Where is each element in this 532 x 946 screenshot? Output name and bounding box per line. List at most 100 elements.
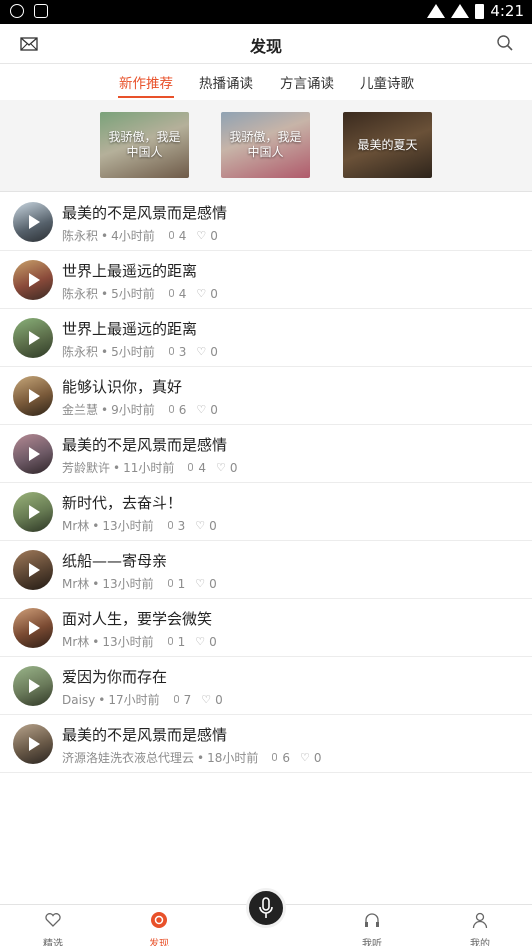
play-count: 4 [198, 460, 207, 475]
heart-icon: ♡ [300, 751, 310, 764]
item-author: 金兰慧 [62, 403, 99, 417]
mic-icon [168, 346, 174, 355]
tab-children-poems[interactable]: 儿童诗歌 [360, 72, 414, 92]
item-author: Mr林 [62, 635, 90, 649]
play-count: 6 [282, 750, 291, 765]
item-author: 陈永积 [62, 229, 99, 243]
play-icon [29, 331, 40, 345]
tab-new-recommend[interactable]: 新作推荐 [119, 72, 173, 92]
user-icon [472, 912, 488, 929]
featured-card[interactable]: 最美的夏天 [343, 112, 432, 178]
featured-card-title: 我骄傲，我是中国人 [229, 130, 302, 159]
item-time: 4小时前 [111, 229, 155, 243]
list-item[interactable]: 世界上最遥远的距离 陈永积 • 5小时前 4 ♡ 0 [0, 251, 532, 309]
play-icon [29, 621, 40, 635]
item-time: 5小时前 [111, 345, 155, 359]
list-item[interactable]: 能够认识你，真好 金兰慧 • 9小时前 6 ♡ 0 [0, 367, 532, 425]
like-count: 0 [210, 344, 218, 359]
play-icon [29, 389, 40, 403]
search-icon[interactable] [496, 34, 514, 52]
download-notification-icon [34, 4, 48, 18]
item-author: Mr林 [62, 519, 90, 533]
list-item[interactable]: 最美的不是风景而是感情 陈永积 • 4小时前 4 ♡ 0 [0, 193, 532, 251]
featured-card[interactable]: 我骄傲，我是中国人 [221, 112, 310, 178]
signal-icon [451, 4, 470, 18]
featured-card-title: 我骄傲，我是中国人 [108, 130, 181, 159]
item-time: 11小时前 [123, 461, 175, 475]
app-notification-icon [10, 4, 24, 18]
nav-item-listen[interactable]: 我听 [342, 911, 402, 946]
discover-icon [151, 912, 167, 928]
tab-hot-recitation[interactable]: 热播诵读 [199, 72, 253, 92]
item-title: 最美的不是风景而是感情 [62, 204, 228, 222]
play-icon [29, 447, 40, 461]
item-title: 面对人生，要学会微笑 [62, 610, 213, 628]
cover-avatar[interactable] [13, 666, 53, 706]
cover-avatar[interactable] [13, 608, 53, 648]
category-tabs: 新作推荐 热播诵读 方言诵读 儿童诗歌 [0, 64, 532, 100]
list-item[interactable]: 面对人生，要学会微笑 Mr林 • 13小时前 1 ♡ 0 [0, 599, 532, 657]
play-count: 1 [177, 634, 186, 649]
like-count: 0 [209, 634, 217, 649]
play-icon [29, 273, 40, 287]
nav-item-discover[interactable]: 发现 [129, 911, 189, 946]
like-count: 0 [209, 576, 217, 591]
record-button[interactable] [246, 888, 286, 928]
cover-avatar[interactable] [13, 550, 53, 590]
featured-card[interactable]: 我骄傲，我是中国人 [100, 112, 189, 178]
item-meta: 金兰慧 • 9小时前 6 ♡ 0 [62, 402, 218, 418]
item-meta: 陈永积 • 4小时前 4 ♡ 0 [62, 228, 218, 244]
nav-label: 发现 [149, 939, 169, 946]
list-item[interactable]: 最美的不是风景而是感情 芳龄默许 • 11小时前 4 ♡ 0 [0, 425, 532, 483]
mic-icon [168, 288, 174, 297]
cover-avatar[interactable] [13, 434, 53, 474]
item-title: 世界上最遥远的距离 [62, 262, 198, 280]
mic-icon [272, 752, 278, 761]
heart-icon: ♡ [196, 345, 207, 358]
featured-card-title: 最美的夏天 [357, 137, 418, 152]
item-author: 陈永积 [62, 345, 99, 359]
list-item[interactable]: 新时代，去奋斗！ Mr林 • 13小时前 3 ♡ 0 [0, 483, 532, 541]
like-count: 0 [215, 692, 223, 707]
item-meta: Daisy • 17小时前 7 ♡ 0 [62, 692, 223, 708]
list-item[interactable]: 世界上最遥远的距离 陈永积 • 5小时前 3 ♡ 0 [0, 309, 532, 367]
recitation-list: 最美的不是风景而是感情 陈永积 • 4小时前 4 ♡ 0 世界上最遥远的距离 陈… [0, 193, 532, 773]
mic-icon [168, 404, 174, 413]
like-count: 0 [229, 460, 238, 475]
cover-avatar[interactable] [13, 318, 53, 358]
play-count: 4 [178, 286, 187, 301]
like-count: 0 [210, 402, 218, 417]
tab-dialect-recitation[interactable]: 方言诵读 [280, 72, 334, 92]
item-meta: Mr林 • 13小时前 3 ♡ 0 [62, 518, 217, 534]
featured-banner: 我骄傲，我是中国人 我骄傲，我是中国人 最美的夏天 [0, 100, 532, 192]
nav-label: 我的 [470, 939, 490, 946]
heart-icon: ♡ [195, 577, 206, 590]
item-time: 13小时前 [102, 635, 154, 649]
play-icon [29, 505, 40, 519]
wifi-icon [427, 4, 446, 18]
heart-icon: ♡ [196, 403, 207, 416]
item-meta: Mr林 • 13小时前 1 ♡ 0 [62, 634, 217, 650]
play-icon [29, 563, 40, 577]
heart-icon: ♡ [195, 635, 206, 648]
list-item[interactable]: 爱因为你而存在 Daisy • 17小时前 7 ♡ 0 [0, 657, 532, 715]
list-item[interactable]: 纸船——寄母亲 Mr林 • 13小时前 1 ♡ 0 [0, 541, 532, 599]
play-count: 7 [183, 692, 192, 707]
app-header: 发现 [0, 24, 532, 64]
play-count: 6 [178, 402, 187, 417]
cover-avatar[interactable] [13, 492, 53, 532]
play-icon [29, 679, 40, 693]
cover-avatar[interactable] [13, 376, 53, 416]
play-icon [29, 737, 40, 751]
item-title: 最美的不是风景而是感情 [62, 436, 228, 454]
nav-item-mine[interactable]: 我的 [450, 911, 510, 946]
mic-icon [167, 578, 173, 587]
nav-item-featured[interactable]: 精选 [23, 911, 83, 946]
cover-avatar[interactable] [13, 202, 53, 242]
cover-avatar[interactable] [13, 260, 53, 300]
like-count: 0 [313, 750, 322, 765]
item-author: 济源洛娃洗衣液总代理云 [62, 751, 195, 765]
list-item[interactable]: 最美的不是风景而是感情 济源洛娃洗衣液总代理云 • 18小时前 6 ♡ 0 [0, 715, 532, 773]
cover-avatar[interactable] [13, 724, 53, 764]
mic-icon [173, 694, 179, 703]
